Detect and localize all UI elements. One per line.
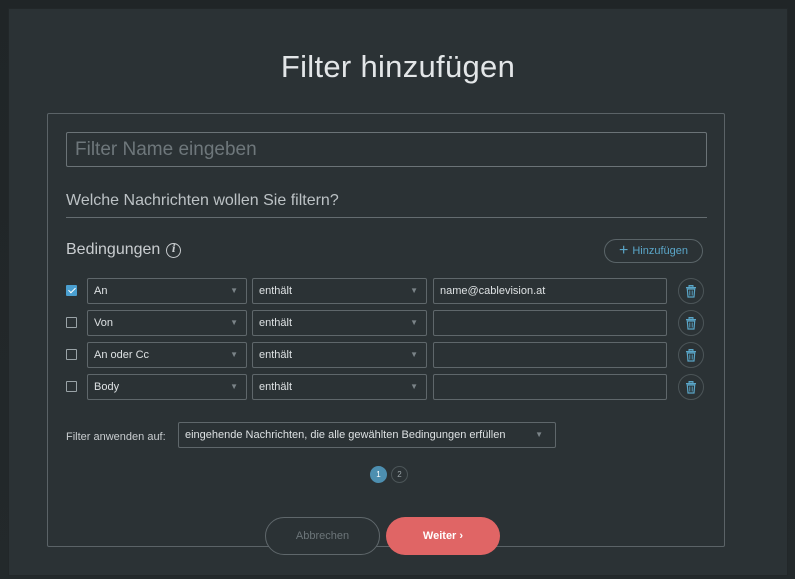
condition-checkbox[interactable] <box>66 349 77 360</box>
operator-select[interactable]: enthält ▼ <box>252 310 427 336</box>
field-select-value: An <box>94 285 108 297</box>
condition-row: Von ▼ enthält ▼ <box>66 310 706 336</box>
field-select[interactable]: An oder Cc ▼ <box>87 342 247 368</box>
operator-select-value: enthält <box>259 349 293 361</box>
delete-condition-button[interactable] <box>678 342 704 368</box>
chevron-down-icon: ▼ <box>230 382 238 391</box>
chevron-down-icon: ▼ <box>535 430 543 439</box>
chevron-down-icon: ▼ <box>410 350 418 359</box>
condition-value-input[interactable] <box>433 310 667 336</box>
dialog-title: Filter hinzufügen <box>280 49 516 84</box>
divider <box>66 217 707 218</box>
field-select-value: Von <box>94 317 113 329</box>
field-select[interactable]: An ▼ <box>87 278 247 304</box>
trash-icon <box>686 348 696 362</box>
chevron-down-icon: ▼ <box>410 382 418 391</box>
condition-row: An ▼ enthält ▼ <box>66 278 706 304</box>
trash-icon <box>686 316 696 330</box>
operator-select-value: enthält <box>259 317 293 329</box>
chevron-down-icon: ▼ <box>230 350 238 359</box>
chevron-down-icon: ▼ <box>230 318 238 327</box>
operator-select[interactable]: enthält ▼ <box>252 374 427 400</box>
field-select[interactable]: Von ▼ <box>87 310 247 336</box>
info-icon[interactable]: i <box>166 242 182 258</box>
delete-condition-button[interactable] <box>678 374 704 400</box>
condition-row: Body ▼ enthält ▼ <box>66 374 706 400</box>
chevron-down-icon: ▼ <box>410 318 418 327</box>
operator-select[interactable]: enthält ▼ <box>252 342 427 368</box>
condition-value-input[interactable] <box>433 374 667 400</box>
conditions-label: Bedingungen <box>66 241 161 258</box>
field-select-value: Body <box>94 381 120 393</box>
chevron-down-icon: ▼ <box>230 286 238 295</box>
apply-filter-value: eingehende Nachrichten, die alle gewählt… <box>185 429 506 441</box>
pagination: 1 2 <box>370 466 408 483</box>
trash-icon <box>686 380 696 394</box>
page-1-button[interactable]: 1 <box>370 466 387 483</box>
condition-checkbox[interactable] <box>66 317 77 328</box>
delete-condition-button[interactable] <box>678 278 704 304</box>
condition-checkbox[interactable] <box>66 285 77 296</box>
conditions-heading: Bedingungen i <box>66 241 182 259</box>
field-select-value: An oder Cc <box>94 349 150 361</box>
condition-value-input[interactable] <box>433 342 667 368</box>
next-button[interactable]: Weiter › <box>386 517 500 555</box>
condition-checkbox[interactable] <box>66 381 77 392</box>
operator-select[interactable]: enthält ▼ <box>252 278 427 304</box>
plus-icon: + <box>619 242 629 259</box>
operator-select-value: enthält <box>259 381 293 393</box>
filter-form-panel: Welche Nachrichten wollen Sie filtern? B… <box>47 113 725 555</box>
cancel-button[interactable]: Abbrechen <box>265 517 380 555</box>
page-2-button[interactable]: 2 <box>391 466 408 483</box>
trash-icon <box>686 284 696 298</box>
chevron-down-icon: ▼ <box>410 286 418 295</box>
delete-condition-button[interactable] <box>678 310 704 336</box>
add-condition-label: Hinzufügen <box>632 245 688 257</box>
condition-value-input[interactable] <box>433 278 667 304</box>
filter-question: Welche Nachrichten wollen Sie filtern? <box>66 192 339 209</box>
apply-filter-select[interactable]: eingehende Nachrichten, die alle gewählt… <box>178 422 556 448</box>
field-select[interactable]: Body ▼ <box>87 374 247 400</box>
apply-filter-label: Filter anwenden auf: <box>66 431 166 443</box>
condition-row: An oder Cc ▼ enthält ▼ <box>66 342 706 368</box>
filter-name-input[interactable] <box>66 132 707 167</box>
operator-select-value: enthält <box>259 285 293 297</box>
filter-dialog: Filter hinzufügen Welche Nachrichten wol… <box>8 8 788 576</box>
add-condition-button[interactable]: + Hinzufügen <box>604 239 703 263</box>
